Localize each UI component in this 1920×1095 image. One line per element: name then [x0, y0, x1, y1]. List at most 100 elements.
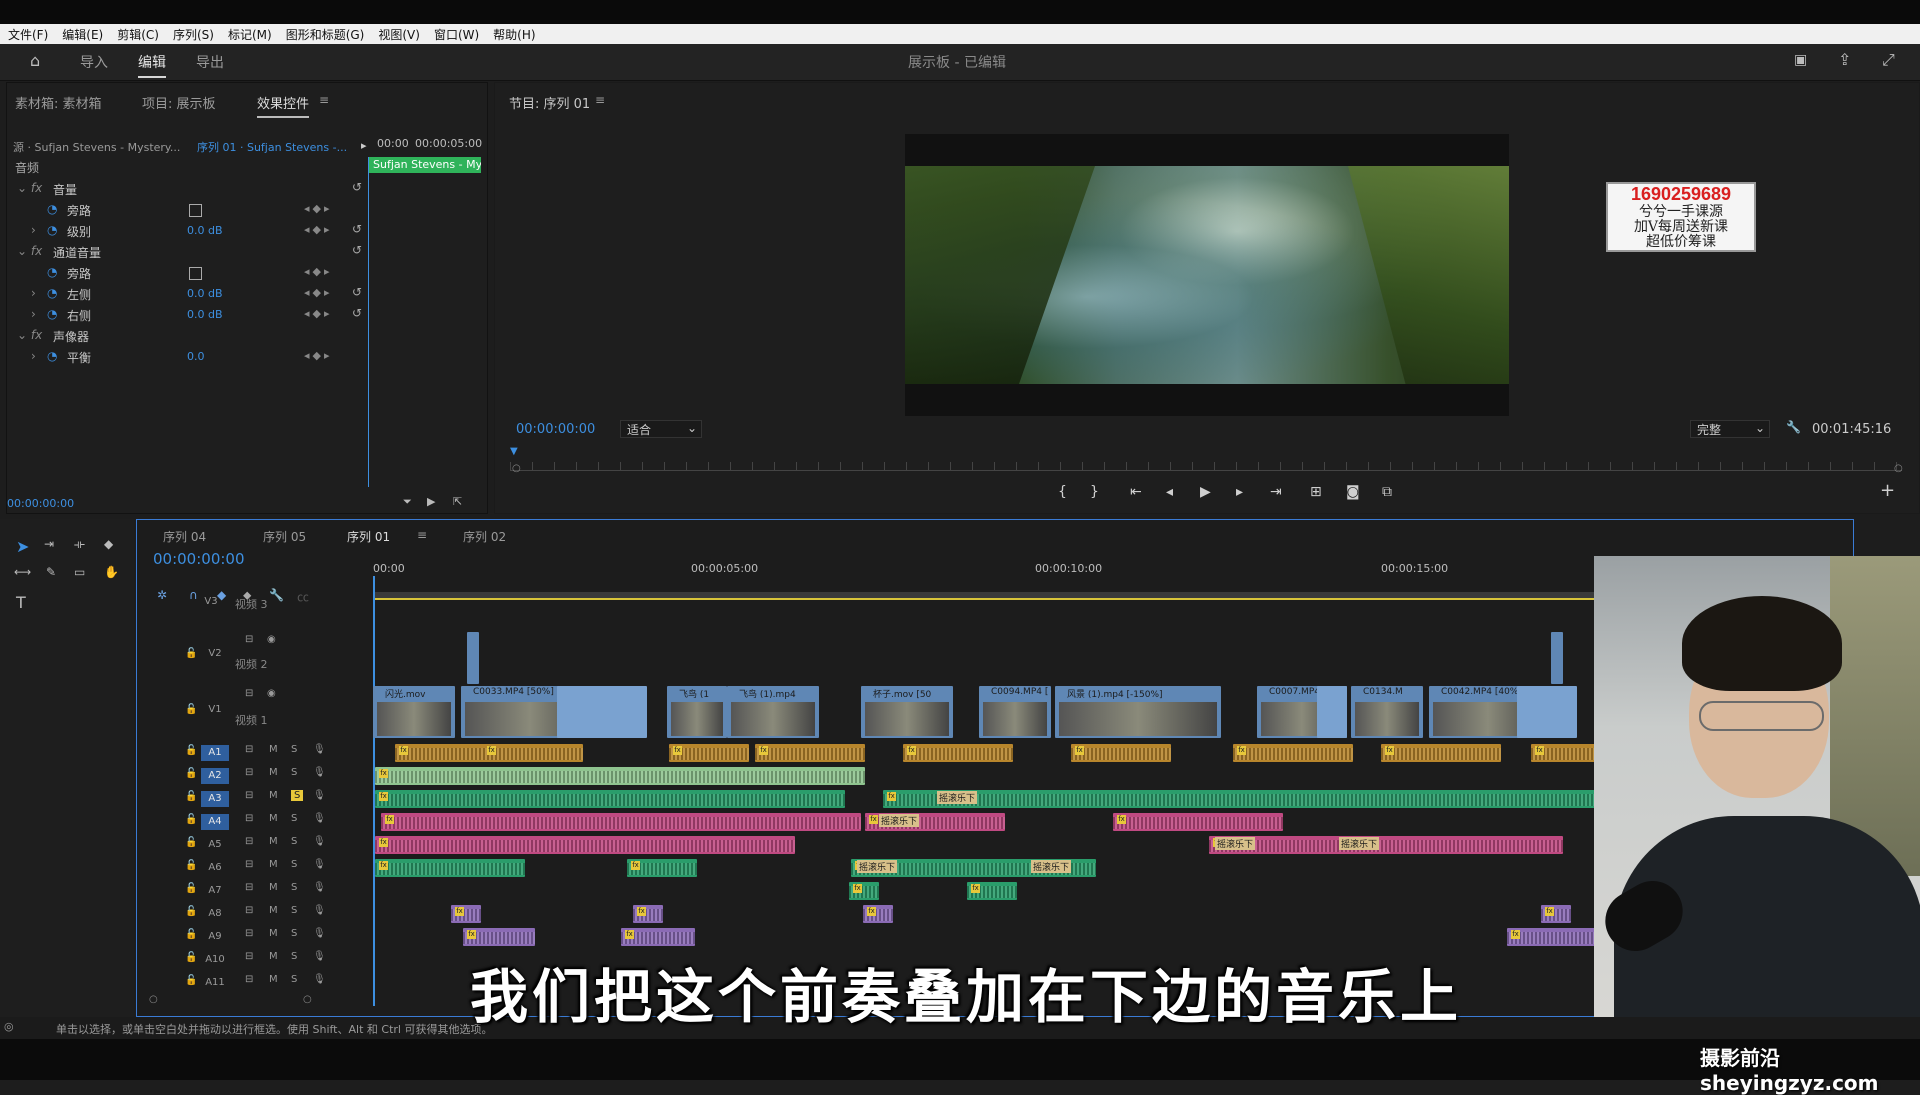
tab-effect-controls[interactable]: 效果控件 — [257, 93, 310, 118]
mute-button[interactable]: M — [269, 905, 278, 916]
stopwatch-icon[interactable]: ◔ — [47, 223, 57, 237]
track-id[interactable]: A11 — [201, 975, 229, 991]
audio-clip[interactable]: fx — [375, 790, 845, 808]
microphone-icon[interactable]: 🎙 — [313, 974, 326, 985]
reset-icon[interactable]: ↺ — [352, 180, 362, 194]
keyframe-nav-icon[interactable]: ◂◆▸ — [304, 223, 333, 236]
solo-button[interactable]: S — [291, 836, 297, 847]
menu-graphics[interactable]: 图形和标题(G) — [286, 26, 365, 43]
video-clip[interactable]: 风景 (1).mp4 [-150%] — [1055, 686, 1221, 738]
tab-export[interactable]: 导出 — [196, 52, 224, 72]
lift-icon[interactable]: ⊞ — [1310, 484, 1322, 500]
bypass-checkbox[interactable] — [189, 204, 202, 217]
sequence-dropdown[interactable]: 序列 01 · Sufjan Stevens -... — [197, 139, 347, 155]
lock-icon[interactable]: 🔓 — [185, 791, 197, 802]
video-clip[interactable]: 飞鸟 (1 — [667, 686, 727, 738]
audio-clip[interactable]: fx — [375, 836, 795, 854]
keyframe-nav-icon[interactable]: ◂◆▸ — [304, 307, 333, 320]
type-tool-icon[interactable]: T — [16, 593, 26, 612]
export-frame-icon[interactable]: ◙ — [1346, 484, 1360, 500]
workspaces-icon[interactable]: ▣ — [1794, 52, 1807, 68]
track-select-tool-icon[interactable]: ⇥ — [44, 537, 54, 551]
hand-tool-icon[interactable]: ✋ — [104, 565, 119, 579]
timeline-timecode[interactable]: 00:00:00:00 — [153, 550, 245, 568]
reset-icon[interactable]: ↺ — [352, 285, 362, 299]
audio-clip[interactable]: fx — [633, 905, 663, 923]
audio-clip[interactable]: fx — [669, 744, 749, 762]
audio-clip[interactable]: fx — [1381, 744, 1501, 762]
fit-dropdown[interactable]: 适合 ⌄ — [620, 420, 702, 438]
solo-button[interactable]: S — [291, 974, 297, 985]
filter-icon[interactable]: ⏷ — [403, 495, 412, 509]
video-clip[interactable] — [467, 632, 479, 684]
lock-icon[interactable]: 🔓 — [185, 975, 197, 986]
ec-bottom-timecode[interactable]: 00:00:00:00 — [7, 497, 74, 510]
program-timecode[interactable]: 00:00:00:00 — [516, 422, 595, 437]
menu-sequence[interactable]: 序列(S) — [173, 26, 214, 43]
bypass-checkbox[interactable] — [189, 267, 202, 280]
sync-lock-icon[interactable]: ⊟ — [245, 951, 253, 962]
reset-icon[interactable]: ↺ — [352, 306, 362, 320]
sync-lock-icon[interactable]: ⊟ — [245, 905, 253, 916]
mute-button[interactable]: M — [269, 790, 278, 801]
level-value[interactable]: 0.0 dB — [187, 224, 223, 237]
mute-button[interactable]: M — [269, 974, 278, 985]
lock-icon[interactable]: 🔓 — [185, 704, 197, 715]
sync-lock-icon[interactable]: ⊟ — [245, 859, 253, 870]
microphone-icon[interactable]: 🎙 — [313, 790, 326, 801]
keyframe-nav-icon[interactable]: ◂◆▸ — [304, 286, 333, 299]
audio-clip[interactable]: fx — [621, 928, 695, 946]
audio-clip[interactable]: fx — [903, 744, 1013, 762]
menu-edit[interactable]: 编辑(E) — [62, 26, 103, 43]
audio-clip[interactable]: fx — [395, 744, 495, 762]
sync-lock-icon[interactable]: ⊟ — [245, 688, 253, 699]
track-id[interactable]: A1 — [201, 745, 229, 761]
audio-clip[interactable]: fx — [1209, 836, 1563, 854]
razor-tool-icon[interactable]: ◆ — [104, 537, 113, 551]
button-editor-plus-icon[interactable]: + — [1880, 480, 1895, 501]
ec-row-volume[interactable]: ⌄ fx 音量 ↺ — [17, 179, 372, 199]
go-to-in-icon[interactable]: ⇤ — [1130, 484, 1142, 500]
microphone-icon[interactable]: 🎙 — [313, 767, 326, 778]
video-clip[interactable] — [1317, 686, 1347, 738]
track-id[interactable]: A8 — [201, 906, 229, 922]
track-id[interactable]: A3 — [201, 791, 229, 807]
tab-sequence-05[interactable]: 序列 05 — [263, 528, 306, 545]
video-clip[interactable]: 闪光.mov — [373, 686, 455, 738]
reset-icon[interactable]: ↺ — [352, 222, 362, 236]
sync-lock-icon[interactable]: ⊟ — [245, 634, 253, 645]
ec-clip-bar[interactable]: Sufjan Stevens - Mys — [369, 157, 481, 173]
audio-clip[interactable]: fx — [1233, 744, 1353, 762]
play-only-icon[interactable]: ▸ — [361, 139, 367, 152]
rectangle-tool-icon[interactable]: ▭ — [74, 565, 85, 579]
lock-icon[interactable]: 🔓 — [185, 929, 197, 940]
sync-lock-icon[interactable]: ⊟ — [245, 836, 253, 847]
step-back-icon[interactable]: ◂ — [1166, 484, 1173, 500]
program-video-frame[interactable] — [905, 134, 1509, 416]
menu-file[interactable]: 文件(F) — [8, 26, 48, 43]
microphone-icon[interactable]: 🎙 — [313, 813, 326, 824]
solo-button[interactable]: S — [291, 882, 297, 893]
ec-row-left[interactable]: › ◔ 左侧 0.0 dB ◂◆▸ ↺ — [17, 284, 372, 304]
mark-out-icon[interactable]: } — [1090, 484, 1099, 500]
zoom-handle-right[interactable]: ○ — [303, 994, 312, 1005]
mute-button[interactable]: M — [269, 859, 278, 870]
lock-icon[interactable]: 🔓 — [185, 883, 197, 894]
video-clip[interactable]: 杯子.mov [50 — [861, 686, 953, 738]
ec-row-bypass[interactable]: ◔ 旁路 ◂◆▸ — [17, 200, 372, 220]
audio-clip[interactable]: fx — [1113, 813, 1283, 831]
mark-in-icon[interactable]: { — [1058, 484, 1067, 500]
video-clip[interactable]: C0094.MP4 [ — [979, 686, 1051, 738]
menu-help[interactable]: 帮助(H) — [493, 26, 535, 43]
audio-clip[interactable]: fx — [483, 744, 583, 762]
ec-row-bypass-2[interactable]: ◔ 旁路 ◂◆▸ — [17, 263, 372, 283]
ec-row-panner[interactable]: ⌄ fx 声像器 — [17, 326, 372, 346]
right-value[interactable]: 0.0 dB — [187, 308, 223, 321]
lock-icon[interactable]: 🔓 — [185, 906, 197, 917]
track-id[interactable]: A10 — [201, 952, 229, 968]
solo-button[interactable]: S — [291, 767, 297, 778]
menu-clip[interactable]: 剪辑(C) — [117, 26, 159, 43]
lock-icon[interactable]: 🔓 — [185, 745, 197, 756]
program-time-ruler[interactable] — [510, 462, 1902, 471]
solo-button[interactable]: S — [291, 744, 297, 755]
